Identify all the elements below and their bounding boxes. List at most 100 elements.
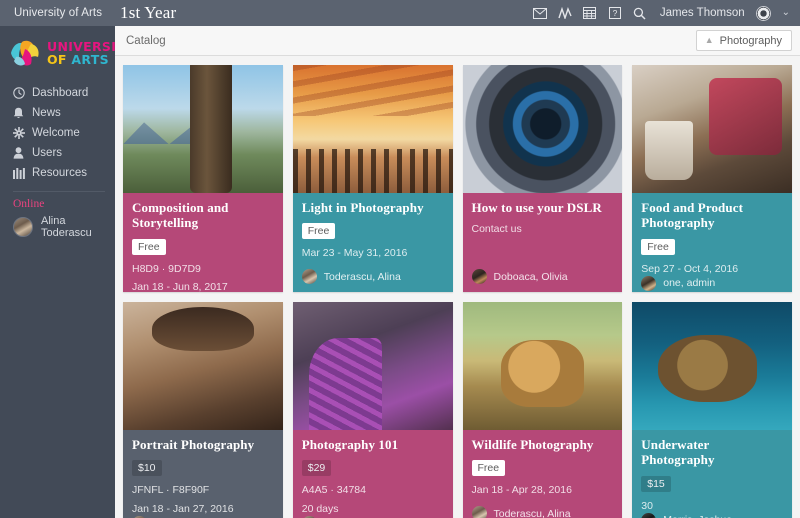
price-badge-free: Free (641, 239, 675, 255)
course-meta-primary: H8D9 · 9D7D9 (132, 262, 274, 276)
price-badge: $29 (302, 460, 332, 476)
course-thumbnail-image (632, 65, 792, 193)
course-card-grid: Composition and StorytellingFreeH8D9 · 9… (115, 56, 800, 518)
avatar (472, 506, 487, 518)
sidebar-item-news[interactable]: News (0, 103, 115, 123)
course-meta-secondary: 20 days (302, 502, 444, 516)
course-author-name: Doboaca, Olivia (494, 271, 568, 283)
course-title: Portrait Photography (132, 437, 274, 452)
course-meta-secondary: Jan 18 - Jan 27, 2016 (132, 502, 274, 516)
course-thumbnail-image (632, 302, 792, 430)
course-card-body: Light in Photography Free Mar 23 - May 31,… (293, 193, 453, 292)
body: UNIVERSITY OF ARTS Dashboard (0, 26, 800, 518)
course-card-body: Food and Product PhotographyFreeSep 27 -… (632, 193, 792, 292)
sidebar-item-label: Dashboard (30, 87, 88, 99)
sidebar-item-label: News (30, 107, 61, 119)
logo[interactable]: UNIVERSITY OF ARTS (0, 30, 115, 81)
course-author[interactable]: Doboaca, Olivia (472, 269, 614, 284)
course-card-body: Wildlife PhotographyFreeJan 18 - Apr 28,… (463, 430, 623, 518)
price-badge: $10 (132, 460, 162, 476)
course-meta-primary: A4A5 · 34784 (302, 483, 444, 497)
user-name-label[interactable]: James Thomson (660, 7, 745, 19)
course-card[interactable]: Photography 101$29A4A5 · 3478420 daysTod… (293, 302, 453, 518)
course-thumbnail (293, 302, 453, 430)
chevron-down-icon[interactable]: ⌄ (782, 8, 790, 18)
activity-icon[interactable] (558, 6, 572, 20)
breadcrumb[interactable]: Catalog (115, 35, 166, 47)
sidebar-item-welcome[interactable]: Welcome (0, 123, 115, 143)
category-filter-button[interactable]: ▲ Photography (696, 30, 792, 51)
sidebar-item-resources[interactable]: Resources (0, 163, 115, 183)
course-thumbnail (632, 65, 792, 193)
course-card[interactable]: How to use your DSLRContact usDoboaca, O… (463, 65, 623, 292)
help-icon[interactable]: ? (608, 6, 622, 20)
topbar-actions: ? James Thomson ⌄ (533, 6, 800, 21)
course-author[interactable]: Toderascu, Alina (472, 506, 614, 518)
course-title: Photography 101 (302, 437, 444, 452)
online-user-name: Alina Toderascu (33, 215, 115, 239)
course-author[interactable]: Toderascu, Alina (302, 269, 444, 284)
search-icon[interactable] (633, 6, 647, 20)
sub-bar: Catalog ▲ Photography (115, 26, 800, 56)
course-thumbnail-image (293, 65, 453, 193)
price-badge: $15 (641, 476, 671, 492)
sidebar-item-dashboard[interactable]: Dashboard (0, 83, 115, 103)
online-user-item[interactable]: Alina Toderascu (0, 215, 115, 239)
brand-label: University of Arts (0, 7, 115, 19)
course-thumbnail-image (123, 65, 283, 193)
course-meta-primary: Contact us (472, 222, 614, 236)
course-thumbnail-image (463, 65, 623, 193)
course-meta-primary: Jan 18 - Apr 28, 2016 (472, 483, 614, 497)
course-title: Light in Photography (302, 200, 444, 215)
course-card[interactable]: Wildlife PhotographyFreeJan 18 - Apr 28,… (463, 302, 623, 518)
calendar-icon[interactable] (583, 6, 597, 20)
sidebar: UNIVERSITY OF ARTS Dashboard (0, 26, 115, 518)
course-card-body: Underwater Photography$1530Morris, Joshu… (632, 430, 792, 518)
course-author[interactable]: one, admin (641, 276, 783, 291)
top-bar: University of Arts 1st Year ? James Thom… (0, 0, 800, 26)
mail-icon[interactable] (533, 6, 547, 20)
course-card[interactable]: Food and Product PhotographyFreeSep 27 -… (632, 65, 792, 292)
course-card[interactable]: Composition and StorytellingFreeH8D9 · 9… (123, 65, 283, 292)
course-card-body: Portrait Photography$10JFNFL · F8F90FJan… (123, 430, 283, 518)
logo-mark-icon (7, 37, 43, 71)
course-author-name: Toderascu, Alina (494, 508, 571, 518)
dashboard-icon (13, 87, 30, 99)
bars-icon (13, 168, 30, 179)
course-thumbnail (123, 65, 283, 193)
course-card[interactable]: Portrait Photography$10JFNFL · F8F90FJan… (123, 302, 283, 518)
course-author-name: Toderascu, Alina (324, 271, 401, 283)
online-section-title: Online (0, 198, 115, 210)
course-author-name: Morris, Joshua (663, 514, 732, 518)
user-icon (13, 147, 30, 159)
bell-icon (13, 107, 30, 119)
avatar (13, 217, 33, 237)
main-content: Catalog ▲ Photography Composition and St… (115, 26, 800, 518)
sidebar-nav: Dashboard News Welcome (0, 81, 115, 183)
course-thumbnail-image (293, 302, 453, 430)
sidebar-divider (13, 191, 105, 192)
avatar (641, 276, 656, 291)
course-card[interactable]: Underwater Photography$1530Morris, Joshu… (632, 302, 792, 518)
price-badge-free: Free (132, 239, 166, 255)
course-card-body: Composition and StorytellingFreeH8D9 · 9… (123, 193, 283, 292)
course-card[interactable]: Light in Photography Free Mar 23 - May 31,… (293, 65, 453, 292)
course-meta-primary: Mar 23 - May 31, 2016 (302, 246, 444, 260)
course-thumbnail (463, 302, 623, 430)
svg-text:?: ? (612, 8, 617, 18)
course-author[interactable]: Morris, Joshua (641, 513, 783, 518)
course-meta-primary: Sep 27 - Oct 4, 2016 (641, 262, 783, 276)
avatar[interactable] (756, 6, 771, 21)
course-thumbnail (123, 302, 283, 430)
avatar (641, 513, 656, 518)
course-card-body: How to use your DSLRContact usDoboaca, O… (463, 193, 623, 292)
sidebar-item-users[interactable]: Users (0, 143, 115, 163)
price-badge-free: Free (302, 223, 336, 239)
course-thumbnail (632, 302, 792, 430)
course-card-body: Photography 101$29A4A5 · 3478420 daysTod… (293, 430, 453, 518)
course-thumbnail (293, 65, 453, 193)
sidebar-item-label: Users (30, 147, 62, 159)
avatar (302, 269, 317, 284)
course-meta-primary: 30 (641, 499, 783, 513)
sidebar-item-label: Resources (30, 167, 87, 179)
